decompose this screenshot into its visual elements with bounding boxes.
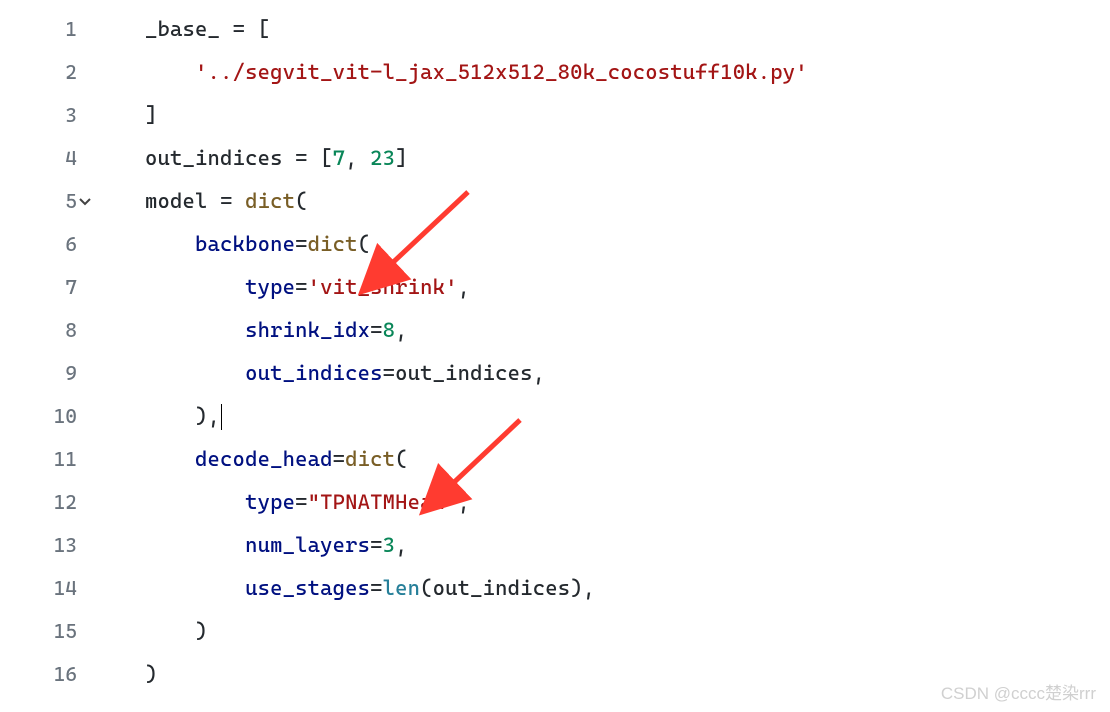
line-number: 11: [0, 438, 77, 481]
code-line[interactable]: decode_head=dict(: [95, 438, 1110, 481]
token-operator: =: [295, 146, 308, 170]
token-string: 'vit_shrink': [308, 275, 458, 299]
line-number: 16: [0, 653, 77, 696]
line-number: 5: [0, 180, 77, 223]
code-line[interactable]: model = dict(: [95, 180, 1110, 223]
token-default: out_indices: [433, 576, 571, 600]
code-content[interactable]: _base_ = [ '../segvit_vit-l_jax_512x512_…: [95, 8, 1110, 696]
code-line[interactable]: num_layers=3,: [95, 524, 1110, 567]
code-line[interactable]: backbone=dict(: [95, 223, 1110, 266]
line-number: 13: [0, 524, 77, 567]
token-param: type: [245, 275, 295, 299]
token-bracket: (: [420, 576, 433, 600]
token-operator: =: [220, 189, 233, 213]
line-number: 15: [0, 610, 77, 653]
token-bracket: (: [295, 189, 308, 213]
code-line[interactable]: _base_ = [: [95, 8, 1110, 51]
token-operator: =: [295, 232, 308, 256]
token-default: [308, 146, 321, 170]
token-bracket: ]: [145, 103, 158, 127]
line-number: 4: [0, 137, 77, 180]
token-default: ,: [458, 490, 471, 514]
watermark-text: CSDN @cccc楚染rrr: [941, 679, 1096, 704]
token-default: ,: [583, 576, 596, 600]
token-operator: =: [333, 447, 346, 471]
token-bracket: [: [258, 17, 271, 41]
code-editor[interactable]: 12345678910111213141516 _base_ = [ '../s…: [0, 0, 1110, 696]
line-number: 14: [0, 567, 77, 610]
token-number: 7: [333, 146, 346, 170]
line-number: 12: [0, 481, 77, 524]
token-bracket: ): [195, 404, 208, 428]
token-bracket: (: [358, 232, 371, 256]
token-operator: =: [370, 318, 383, 342]
token-default: ,: [395, 318, 408, 342]
line-number-gutter: 12345678910111213141516: [0, 8, 95, 696]
token-function: dict: [308, 232, 358, 256]
token-operator: =: [383, 361, 396, 385]
text-cursor: [221, 404, 222, 430]
token-param: num_layers: [245, 533, 370, 557]
token-number: 8: [383, 318, 396, 342]
code-line[interactable]: shrink_idx=8,: [95, 309, 1110, 352]
token-param: shrink_idx: [245, 318, 370, 342]
token-default: _base_: [145, 17, 233, 41]
line-number: 6: [0, 223, 77, 266]
token-bracket: ): [570, 576, 583, 600]
line-number: 3: [0, 94, 77, 137]
code-line[interactable]: '../segvit_vit-l_jax_512x512_80k_cocostu…: [95, 51, 1110, 94]
code-line[interactable]: type='vit_shrink',: [95, 266, 1110, 309]
chevron-down-icon[interactable]: [78, 195, 92, 209]
line-number: 8: [0, 309, 77, 352]
token-operator: =: [295, 490, 308, 514]
token-bracket: (: [395, 447, 408, 471]
token-operator: =: [295, 275, 308, 299]
code-line[interactable]: type="TPNATMHead",: [95, 481, 1110, 524]
token-operator: =: [370, 576, 383, 600]
token-operator: =: [370, 533, 383, 557]
token-string: '../segvit_vit-l_jax_512x512_80k_cocostu…: [195, 60, 808, 84]
line-number: 1: [0, 8, 77, 51]
code-line[interactable]: ]: [95, 94, 1110, 137]
token-default: ,: [395, 533, 408, 557]
token-param: type: [245, 490, 295, 514]
token-default: [245, 17, 258, 41]
token-number: 3: [383, 533, 396, 557]
code-line[interactable]: ),: [95, 395, 1110, 438]
token-default: out_indices: [145, 146, 295, 170]
token-param: decode_head: [195, 447, 333, 471]
token-param: use_stages: [245, 576, 370, 600]
code-line[interactable]: out_indices = [7, 23]: [95, 137, 1110, 180]
token-default: ,: [208, 404, 221, 428]
token-default: ,: [345, 146, 370, 170]
token-bracket: ): [195, 619, 208, 643]
code-line[interactable]: use_stages=len(out_indices),: [95, 567, 1110, 610]
token-param: out_indices: [245, 361, 383, 385]
line-number: 9: [0, 352, 77, 395]
token-default: [233, 189, 246, 213]
token-function: dict: [345, 447, 395, 471]
token-function: dict: [245, 189, 295, 213]
token-operator: =: [233, 17, 246, 41]
token-default: model: [145, 189, 220, 213]
token-builtin: len: [383, 576, 421, 600]
code-line[interactable]: ): [95, 610, 1110, 653]
token-bracket: ]: [395, 146, 408, 170]
token-bracket: ): [145, 662, 158, 686]
line-number: 2: [0, 51, 77, 94]
token-bracket: [: [320, 146, 333, 170]
code-line[interactable]: out_indices=out_indices,: [95, 352, 1110, 395]
line-number: 7: [0, 266, 77, 309]
token-default: ,: [458, 275, 471, 299]
line-number: 10: [0, 395, 77, 438]
token-string: "TPNATMHead": [308, 490, 458, 514]
token-default: out_indices,: [395, 361, 545, 385]
token-number: 23: [370, 146, 395, 170]
token-param: backbone: [195, 232, 295, 256]
